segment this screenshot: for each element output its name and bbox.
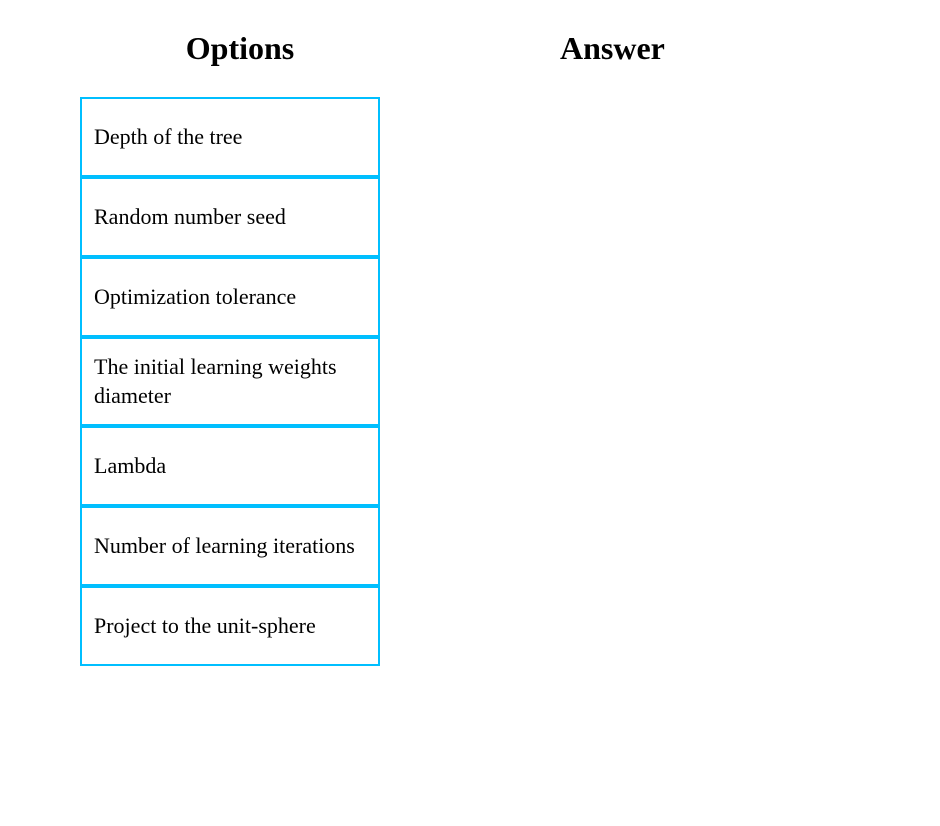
answer-header: Answer: [560, 30, 665, 67]
option-item-random-number-seed[interactable]: Random number seed: [80, 177, 380, 257]
option-item-project-to-unit-sphere[interactable]: Project to the unit-sphere: [80, 586, 380, 666]
options-list: Depth of the treeRandom number seedOptim…: [0, 97, 940, 666]
option-item-number-of-learning-iterations[interactable]: Number of learning iterations: [80, 506, 380, 586]
option-item-initial-learning-weights[interactable]: The initial learning weights diameter: [80, 337, 380, 426]
option-item-optimization-tolerance[interactable]: Optimization tolerance: [80, 257, 380, 337]
option-item-depth-of-tree[interactable]: Depth of the tree: [80, 97, 380, 177]
answer-title: Answer: [560, 30, 665, 66]
page-container: Options Answer Depth of the treeRandom n…: [0, 0, 940, 826]
header-row: Options Answer: [0, 30, 940, 67]
options-title: Options: [186, 30, 294, 66]
options-header: Options: [80, 30, 400, 67]
option-item-lambda[interactable]: Lambda: [80, 426, 380, 506]
